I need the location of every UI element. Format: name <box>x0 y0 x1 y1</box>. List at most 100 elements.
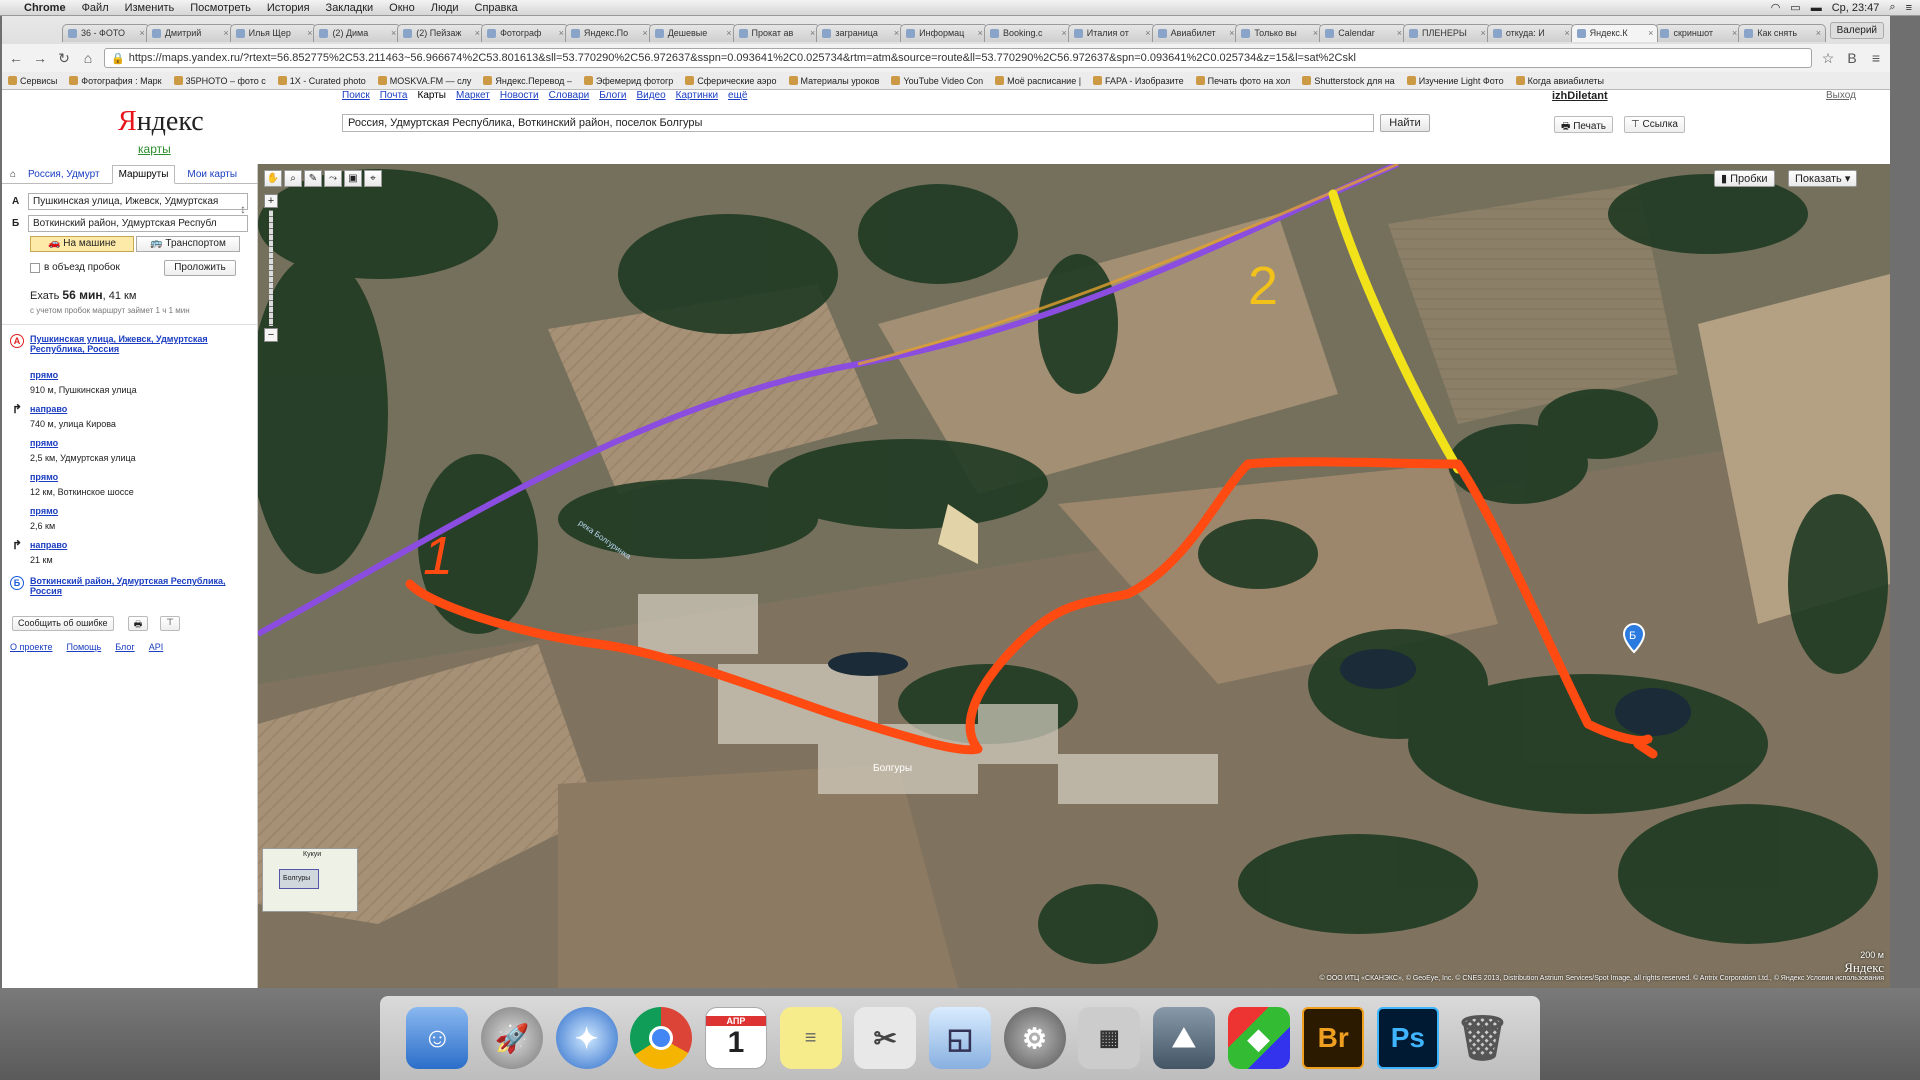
browser-tab[interactable]: Яндекс.По × <box>564 24 653 42</box>
step-direction[interactable]: прямо <box>30 438 250 448</box>
logout-link[interactable]: Выход <box>1826 90 1856 101</box>
menu-help[interactable]: Справка <box>467 2 526 14</box>
end-point[interactable]: Б Воткинский район, Удмуртская Республика… <box>10 576 250 596</box>
close-tab-icon[interactable]: × <box>223 28 228 38</box>
print-button[interactable]: 🖶 Печать <box>1554 116 1613 133</box>
bookmark-item[interactable]: Материалы уроков <box>788 76 879 86</box>
browser-tab[interactable]: Илья Щер × <box>229 24 318 42</box>
menu-chrome[interactable]: Chrome <box>16 2 74 14</box>
sidebar-tab[interactable]: Россия, Удмурт <box>22 166 106 183</box>
step-direction[interactable]: прямо <box>30 472 250 482</box>
menu-history[interactable]: История <box>259 2 318 14</box>
bookmark-item[interactable]: Фотография : Марк <box>69 76 162 86</box>
overview-minimap[interactable]: Кукуи Болгуры <box>262 848 358 912</box>
browser-tab[interactable]: Италия от × <box>1067 24 1156 42</box>
bookmark-item[interactable]: Эфемерид фотогр <box>583 76 673 86</box>
service-link[interactable]: Почта <box>380 90 408 101</box>
step-direction[interactable]: прямо <box>30 370 250 380</box>
service-link[interactable]: Картинки <box>676 90 718 101</box>
browser-tab[interactable]: заграница × <box>816 24 905 42</box>
hand-icon[interactable]: ✋ <box>264 170 282 187</box>
extension-icon[interactable]: B <box>1844 50 1860 66</box>
service-link[interactable]: Карты <box>418 90 447 101</box>
finder-icon[interactable]: ☺ <box>406 1007 469 1069</box>
browser-tab[interactable]: Дешевые × <box>648 24 737 42</box>
route-step[interactable]: прямо 910 м, Пушкинская улица <box>30 370 250 395</box>
bookmark-item[interactable]: FAPA - Изобразите <box>1093 76 1184 86</box>
browser-tab[interactable]: Яндекс.К × <box>1570 24 1659 42</box>
step-direction[interactable]: направо <box>30 404 250 414</box>
bookmark-item[interactable]: Моё расписание | <box>995 76 1081 86</box>
yandex-logo[interactable]: Яндекс <box>118 106 204 138</box>
menu-icon[interactable]: ≡ <box>1868 50 1884 66</box>
home-icon[interactable]: ⌂ <box>80 50 96 66</box>
bookmark-item[interactable]: Сервисы <box>8 76 57 86</box>
satellite-map[interactable]: 1 2 Б Болгуры река Болгуринка ✋ ⌕ ✎ ⤳ ▣ … <box>258 164 1890 988</box>
browser-tab[interactable]: Calendar × <box>1319 24 1407 42</box>
footer-link[interactable]: О проекте <box>10 642 52 652</box>
menu-edit[interactable]: Изменить <box>117 2 183 14</box>
scissors-icon[interactable]: ✂ <box>854 1007 917 1069</box>
safari-icon[interactable]: ✦ <box>555 1007 618 1069</box>
browser-tab[interactable]: скриншот × <box>1654 24 1743 42</box>
browser-tab[interactable]: Информац × <box>900 24 988 42</box>
photoshop-icon[interactable]: Ps <box>1376 1007 1439 1069</box>
preview-icon[interactable]: ◱ <box>928 1007 991 1069</box>
browser-tab[interactable]: Дмитрий × <box>145 24 234 42</box>
layers-icon[interactable]: ▣ <box>344 170 362 187</box>
route-step[interactable]: направо 740 м, улица Кирова <box>30 404 250 429</box>
menu-bookmarks[interactable]: Закладки <box>318 2 382 14</box>
close-tab-icon[interactable]: × <box>559 28 564 38</box>
route-link-icon[interactable]: ⊤ <box>160 616 180 631</box>
route-step[interactable]: прямо 2,6 км <box>30 506 250 531</box>
footer-link[interactable]: Помощь <box>66 642 101 652</box>
pin-icon[interactable]: ⌖ <box>364 170 382 187</box>
photo-icon[interactable]: ⛰ <box>1152 1007 1215 1069</box>
username[interactable]: izhDiletant <box>1552 90 1608 102</box>
browser-tab[interactable]: Только вы × <box>1235 24 1324 42</box>
maps-sublogo[interactable]: карты <box>138 142 171 156</box>
browser-tab[interactable]: Фотограф × <box>481 24 569 42</box>
point-a-input[interactable]: Пушкинская улица, Ижевск, Удмуртская <box>28 192 248 210</box>
menu-view[interactable]: Посмотреть <box>182 2 259 14</box>
browser-tab[interactable]: 36 - ФОТО × <box>62 24 150 42</box>
list-icon[interactable]: ≡ <box>1906 2 1912 14</box>
back-icon[interactable]: ← <box>8 50 24 66</box>
service-link[interactable]: Новости <box>500 90 539 101</box>
close-tab-icon[interactable]: × <box>307 28 312 38</box>
close-tab-icon[interactable]: × <box>726 28 731 38</box>
bookmark-item[interactable]: Яндекс.Перевод – <box>483 76 572 86</box>
service-link[interactable]: Поиск <box>342 90 370 101</box>
star-icon[interactable]: ☆ <box>1820 50 1836 67</box>
report-error-button[interactable]: Сообщить об ошибке <box>12 616 114 631</box>
menu-window[interactable]: Окно <box>381 2 423 14</box>
checkbox[interactable] <box>30 262 40 273</box>
traffic-button[interactable]: ▮ Пробки <box>1714 170 1775 187</box>
link-button[interactable]: ⊤ Ссылка <box>1624 116 1685 133</box>
close-tab-icon[interactable]: × <box>1145 28 1150 38</box>
close-tab-icon[interactable]: × <box>894 28 899 38</box>
zoom-slider[interactable]: + − <box>264 194 278 344</box>
spotlight-icon[interactable]: ⌕ <box>1889 1 1895 14</box>
calculator-icon[interactable]: ▦ <box>1078 1007 1141 1069</box>
battery-icon[interactable]: ▭ <box>1790 1 1800 14</box>
step-direction[interactable]: прямо <box>30 506 250 516</box>
point-b-input[interactable]: Воткинский район, Удмуртская Республ <box>28 214 248 232</box>
print-route-icon[interactable]: 🖶 <box>128 616 148 631</box>
browser-tab[interactable]: (2) Пейзаж × <box>397 24 486 42</box>
route-step[interactable]: прямо 2,5 км, Удмуртская улица <box>30 438 250 463</box>
profile-button[interactable]: Валерий <box>1829 22 1884 39</box>
calendar-icon[interactable]: АПР 1 <box>704 1007 767 1069</box>
bookmark-item[interactable]: Когда авиабилеты <box>1515 76 1604 86</box>
close-tab-icon[interactable]: × <box>140 28 145 38</box>
trash-icon[interactable]: 🗑 <box>1452 1007 1514 1069</box>
ruler-icon[interactable]: ✎ <box>304 170 322 187</box>
browser-tab[interactable]: откуда: И × <box>1486 24 1575 42</box>
show-layers-button[interactable]: Показать ▾ <box>1788 170 1858 187</box>
bridge-icon[interactable]: Br <box>1302 1007 1365 1069</box>
reload-icon[interactable]: ↻ <box>56 50 72 67</box>
zoom-out-icon[interactable]: − <box>264 328 278 342</box>
bookmark-item[interactable]: MOSKVA.FM — слу <box>377 76 471 86</box>
close-tab-icon[interactable]: × <box>1061 28 1066 38</box>
bookmark-item[interactable]: Изучение Light Фото <box>1406 76 1504 86</box>
